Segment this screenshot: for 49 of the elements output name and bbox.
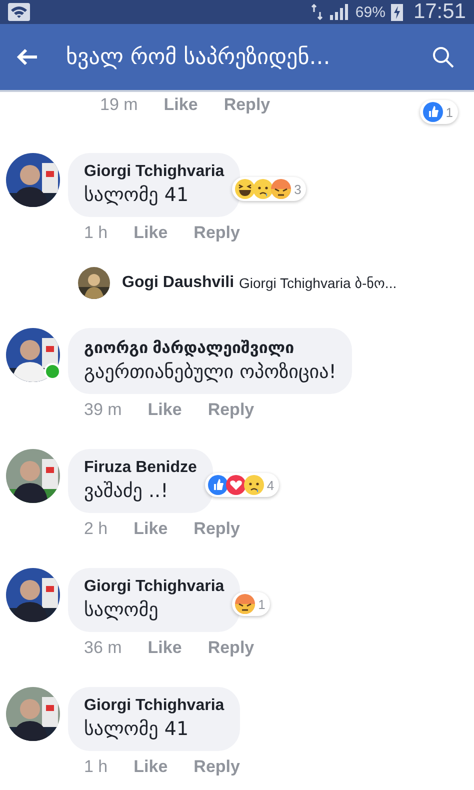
clock: 17:51: [413, 0, 466, 24]
like-link[interactable]: Like: [148, 638, 182, 658]
author-name[interactable]: Giorgi Tchighvaria: [84, 163, 224, 181]
search-icon[interactable]: [432, 46, 454, 68]
comment-text: ვაშაძე ..!: [84, 480, 170, 502]
comment-text: სალომე 41: [84, 184, 190, 206]
reply-text: Giorgi Tchighvaria ბ-ნო...: [239, 274, 397, 292]
comment-time: 36 m: [84, 638, 122, 658]
like-link[interactable]: Like: [134, 223, 168, 243]
like-link[interactable]: Like: [134, 519, 168, 539]
comment-text: სალომე 41: [84, 718, 190, 740]
battery-icon: [391, 3, 404, 21]
crying-face-icon: [244, 475, 264, 495]
wifi-icon: [8, 3, 30, 21]
author-name[interactable]: Firuza Benidze: [84, 459, 197, 477]
author-name[interactable]: Giorgi Tchighvaria: [84, 697, 224, 715]
author-name[interactable]: Giorgi Tchighvaria: [84, 578, 224, 596]
reply-link[interactable]: Reply: [224, 95, 270, 115]
data-arrows-icon: [311, 4, 324, 20]
comment-time: 19 m: [100, 95, 138, 115]
laughing-face-icon: [235, 179, 256, 199]
reply-link[interactable]: Reply: [194, 223, 240, 243]
comment-time: 2 h: [84, 519, 108, 539]
reply-link[interactable]: Reply: [208, 638, 254, 658]
like-link[interactable]: Like: [148, 400, 182, 420]
battery-percent: 69%: [355, 4, 386, 20]
reply-link[interactable]: Reply: [194, 519, 240, 539]
reply-link[interactable]: Reply: [208, 400, 254, 420]
author-name[interactable]: გიორგი მარდალეიშვილი: [84, 338, 336, 358]
thumbs-up-icon: [208, 475, 228, 495]
signal-icon: [329, 4, 350, 20]
reply-link[interactable]: Reply: [194, 757, 240, 777]
reaction-count-pill[interactable]: 1: [420, 100, 458, 124]
back-arrow-icon[interactable]: [16, 48, 38, 66]
reaction-count-pill[interactable]: 4: [204, 473, 280, 497]
comment-text: გაერთიანებული ოპოზიცია!: [84, 361, 336, 383]
comment-time: 39 m: [84, 400, 122, 420]
reaction-count-pill[interactable]: 1: [232, 592, 270, 616]
angry-face-icon: [271, 179, 292, 199]
comment-text: სალომე: [84, 599, 160, 621]
like-link[interactable]: Like: [134, 757, 168, 777]
like-link[interactable]: Like: [164, 95, 198, 115]
crying-face-icon: [253, 179, 274, 199]
comment-time: 1 h: [84, 223, 108, 243]
reaction-count-pill[interactable]: 3: [232, 177, 306, 201]
page-title: ხვალ რომ საპრეზიდენ...: [66, 44, 332, 70]
reply-author[interactable]: Gogi Daushvili: [122, 274, 234, 292]
angry-face-icon: [235, 594, 256, 614]
comment-time: 1 h: [84, 757, 108, 777]
